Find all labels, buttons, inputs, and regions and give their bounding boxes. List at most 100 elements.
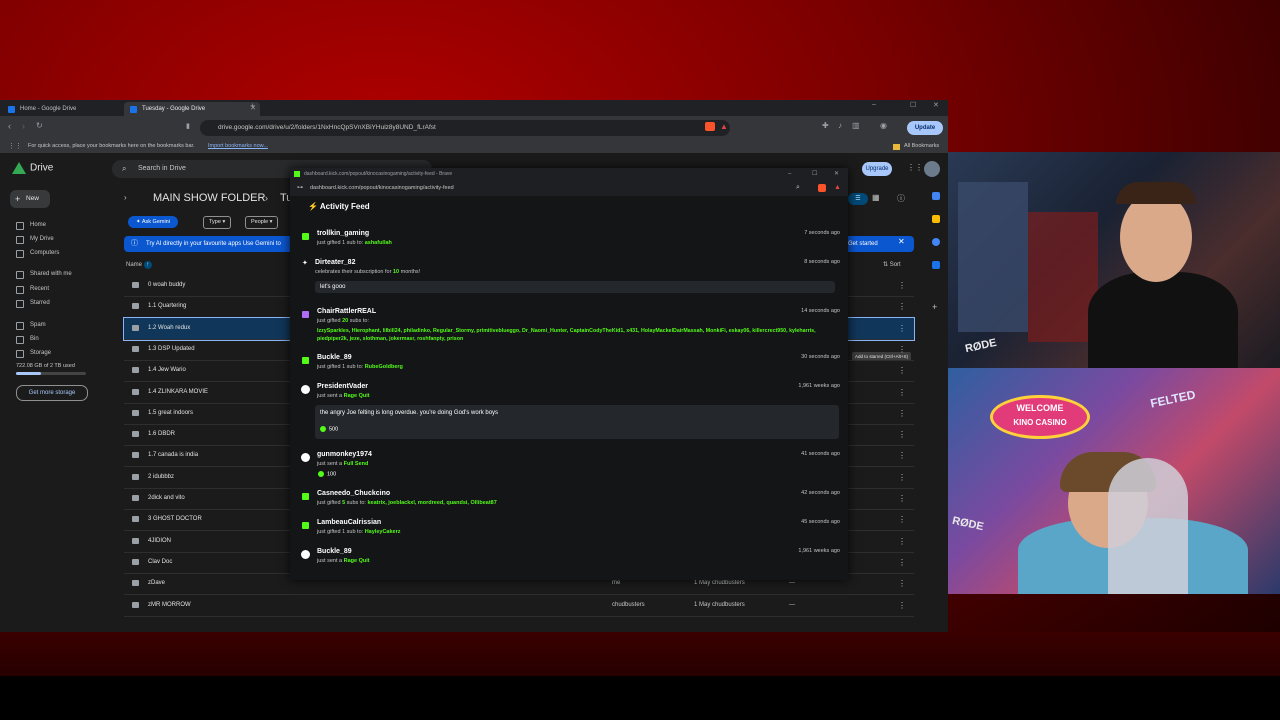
more-actions-icon[interactable]: ⋮ (898, 467, 906, 488)
tasks-side-icon[interactable] (932, 238, 940, 246)
event-username[interactable]: ChairRattlerREAL (317, 308, 376, 315)
kick-icon (301, 550, 310, 559)
contacts-side-icon[interactable] (932, 261, 940, 269)
more-actions-icon[interactable]: ⋮ (898, 552, 906, 573)
more-actions-icon[interactable]: ⋮ (898, 573, 906, 594)
nav-computers[interactable]: Computers (16, 248, 59, 258)
event-highlight: Rage Quit (343, 558, 370, 564)
update-button[interactable]: Update (907, 121, 943, 135)
event-username[interactable]: trollkin_gaming (317, 230, 369, 237)
back-icon[interactable]: ‹ (8, 121, 11, 131)
apps-icon[interactable]: ⋮⋮ (8, 140, 22, 153)
popout-url-bar[interactable]: ⊶ dashboard.kick.com/popout/kinocasinoga… (290, 180, 848, 196)
event-line: just gifted 20 subs to: (317, 318, 369, 324)
more-actions-icon[interactable]: ⋮ (898, 595, 906, 616)
event-username[interactable]: Buckle_89 (317, 548, 352, 555)
file-row[interactable]: zMR MORROW chudbusters 1 May chudbusters — ⋮ (124, 595, 914, 617)
tab-tuesday-drive[interactable]: Tuesday - Google Drive ✕ (124, 102, 260, 116)
more-actions-icon[interactable]: ⋮ (898, 488, 906, 509)
minimize-icon[interactable]: – (872, 101, 876, 108)
upgrade-button[interactable]: Upgrade (862, 162, 892, 176)
nav-shared-with-me[interactable]: Shared with me (16, 269, 72, 279)
details-icon[interactable]: ⓘ (897, 193, 905, 204)
more-actions-icon[interactable]: ⋮ (898, 275, 906, 296)
tab-label: Home - Google Drive (20, 106, 77, 112)
popout-titlebar: dashboard.kick.com/popout/kinocasinogami… (290, 168, 848, 180)
more-actions-icon[interactable]: ⋮ (898, 424, 906, 445)
sort-arrow-icon[interactable]: ↑ (143, 261, 152, 269)
more-actions-icon[interactable]: ⋮ (898, 296, 906, 317)
maximize-icon[interactable]: ☐ (910, 101, 916, 109)
brave-rewards-icon[interactable]: ▲ (834, 180, 841, 196)
address-bar[interactable]: drive.google.com/drive/u/2/folders/1NxHn… (200, 120, 730, 136)
folder-icon (132, 303, 139, 310)
calendar-side-icon[interactable] (932, 192, 940, 200)
event-username[interactable]: LambeauCalrissian (317, 519, 381, 526)
brave-rewards-icon[interactable]: ▲ (720, 122, 728, 131)
popout-close-icon[interactable]: ✕ (834, 168, 839, 180)
event-username[interactable]: gunmonkey1974 (317, 451, 372, 458)
brave-shield-icon[interactable] (705, 122, 715, 131)
nav-bin[interactable]: Bin (16, 334, 39, 344)
file-name: 2dick and vito (148, 495, 185, 501)
grid-view-icon[interactable]: ▦ (872, 193, 880, 202)
more-actions-icon[interactable]: ⋮ (898, 403, 906, 424)
get-more-storage-button[interactable]: Get more storage (16, 385, 88, 401)
list-view-toggle[interactable]: ☰ (848, 193, 868, 205)
keep-side-icon[interactable] (932, 215, 940, 223)
event-username[interactable]: Casneedo_Chuckcino (317, 490, 390, 497)
popout-maximize-icon[interactable]: ☐ (812, 168, 817, 180)
type-filter[interactable]: Type ▾ (203, 216, 232, 229)
more-actions-icon[interactable]: ⋮ (898, 339, 906, 360)
tab-home-drive[interactable]: Home - Google Drive ✕ (2, 102, 138, 116)
brave-shield-icon[interactable] (818, 184, 826, 192)
file-name: zMR MORROW (148, 601, 191, 608)
media-icon[interactable]: ♪ (838, 121, 842, 130)
event-username[interactable]: Dirteater_82 (315, 259, 355, 266)
sidebar-icon[interactable]: ▥ (852, 121, 860, 130)
new-button[interactable]: + New (10, 190, 50, 208)
more-actions-icon[interactable]: ⋮ (898, 509, 906, 530)
nav-storage[interactable]: Storage (16, 348, 51, 358)
more-actions-icon[interactable]: ⋮ (898, 360, 906, 381)
profile-icon[interactable]: ◉ (880, 121, 887, 130)
gift-icon (302, 522, 309, 529)
more-actions-icon[interactable]: ⋮ (898, 382, 906, 403)
bookmark-page-icon[interactable]: ▮ (186, 122, 190, 130)
sort-button[interactable]: ⇅ Sort (883, 261, 901, 268)
banner-close-icon[interactable]: ✕ (898, 237, 905, 246)
file-modified: 1 May chudbusters (694, 601, 745, 608)
more-actions-icon[interactable]: ⋮ (898, 445, 906, 466)
get-started-button[interactable]: Get started (848, 237, 878, 251)
drive-logo[interactable]: Drive (12, 162, 53, 174)
people-filter[interactable]: People ▾ (245, 216, 279, 229)
reload-icon[interactable]: ↻ (36, 121, 43, 130)
event-time: 7 seconds ago (804, 230, 840, 236)
forward-icon[interactable]: › (22, 121, 25, 131)
name-column-header[interactable]: Name ↑ (126, 261, 152, 269)
gift-icon (302, 311, 309, 318)
new-tab-icon[interactable]: + (250, 101, 255, 111)
nav-spam[interactable]: Spam (16, 320, 46, 330)
event-username[interactable]: PresidentVader (317, 383, 368, 390)
avatar[interactable] (924, 161, 940, 177)
event-username[interactable]: Buckle_89 (317, 354, 352, 361)
window-close-icon[interactable]: ✕ (933, 101, 939, 109)
google-apps-icon[interactable]: ⋮⋮ (907, 163, 923, 172)
nav-starred[interactable]: Starred (16, 298, 50, 308)
nav-home[interactable]: Home (16, 220, 46, 230)
zoom-icon[interactable]: ⌕ (796, 180, 800, 196)
nav-recent[interactable]: Recent (16, 284, 49, 294)
all-bookmarks[interactable]: All Bookmarks (904, 140, 939, 153)
add-addon-icon[interactable]: + (932, 302, 937, 312)
folder-icon (132, 580, 139, 587)
extensions-icon[interactable]: ✚ (822, 121, 829, 130)
more-actions-icon[interactable]: ⋮ (898, 531, 906, 552)
tab-strip: Home - Google Drive ✕ Tuesday - Google D… (0, 100, 948, 116)
nav-my-drive[interactable]: My Drive (16, 234, 54, 244)
more-actions-icon[interactable]: ⋮ (898, 318, 906, 339)
folder-title[interactable]: MAIN SHOW FOLDER (153, 192, 265, 204)
import-bookmarks-link[interactable]: Import bookmarks now... (208, 140, 268, 153)
popout-minimize-icon[interactable]: – (788, 168, 791, 180)
ask-gemini-button[interactable]: ✦ Ask Gemini (128, 216, 178, 228)
